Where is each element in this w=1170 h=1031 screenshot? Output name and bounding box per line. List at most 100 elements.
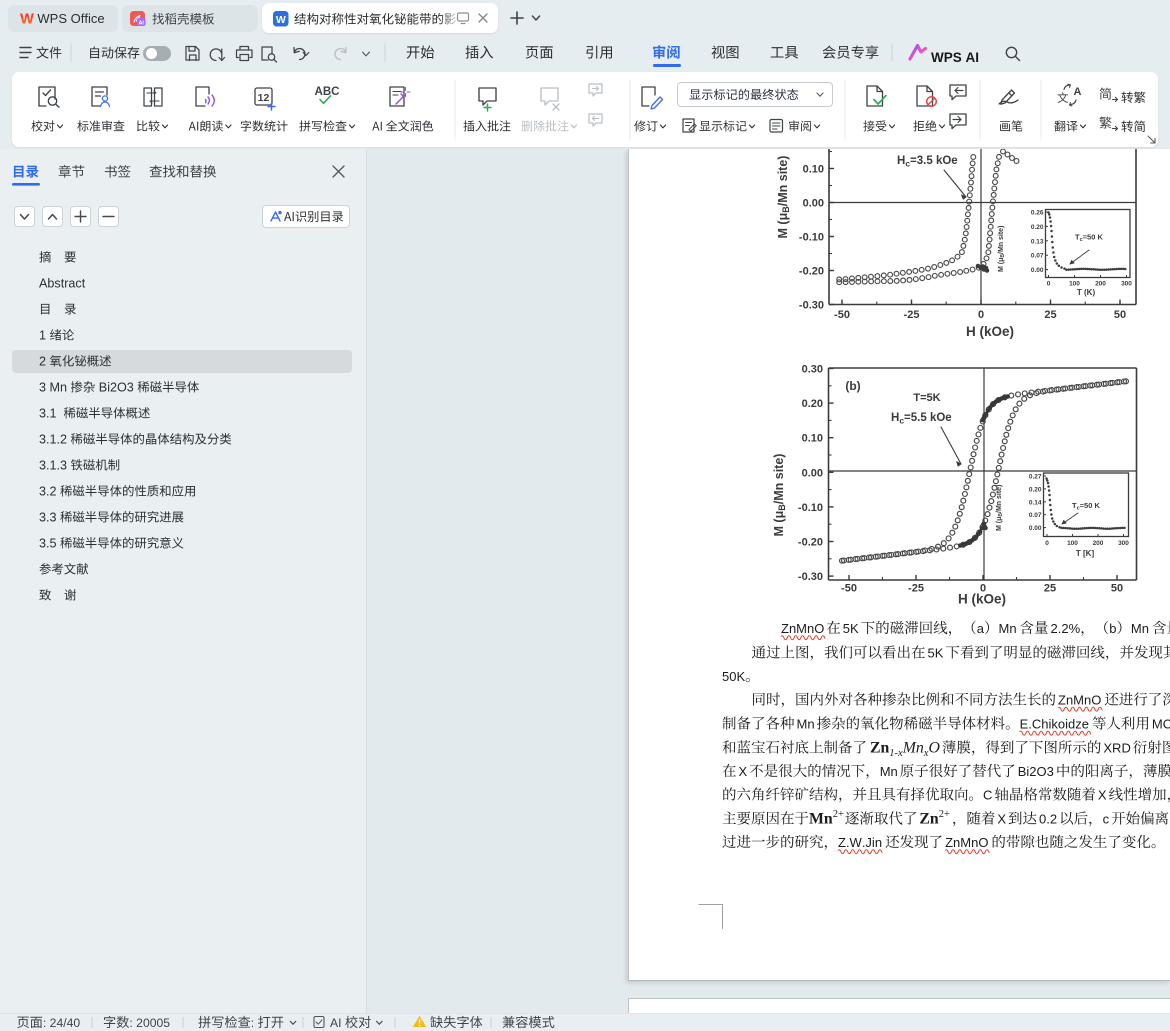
svg-text:X: X: [997, 812, 1006, 827]
svg-text:0: 0: [978, 309, 984, 321]
svg-text:2.2%: 2.2%: [1051, 621, 1081, 636]
svg-text:25: 25: [1044, 583, 1056, 595]
svg-text:2+: 2+: [833, 809, 844, 820]
svg-text:200: 200: [1093, 540, 1104, 547]
svg-text:3.1.3: 3.1.3: [39, 459, 71, 473]
svg-text:Zn: Zn: [870, 740, 890, 757]
svg-text:: 20005: : 20005: [129, 1016, 170, 1030]
svg-text:0: 0: [1045, 540, 1049, 547]
svg-text:Tc=50 K: Tc=50 K: [1075, 233, 1103, 244]
svg-text:T [K]: T [K]: [1076, 549, 1095, 558]
svg-text:3.1.2: 3.1.2: [39, 433, 71, 447]
svg-text:Zn: Zn: [919, 811, 939, 828]
svg-text:ZnMnO: ZnMnO: [781, 621, 824, 636]
svg-text:WPS Office: WPS Office: [37, 11, 104, 26]
svg-text:0.07: 0.07: [1029, 512, 1042, 519]
svg-text:ZnMnO: ZnMnO: [1058, 693, 1101, 708]
svg-text:C: C: [983, 788, 992, 803]
svg-text:0.26: 0.26: [1031, 210, 1044, 217]
svg-text:Mn: Mn: [880, 764, 898, 779]
svg-text:AI: AI: [138, 20, 144, 26]
svg-text:T=5K: T=5K: [913, 392, 940, 404]
svg-text:ABC: ABC: [315, 86, 340, 98]
svg-text:c: c: [1103, 812, 1110, 827]
svg-text:1-x: 1-x: [889, 748, 903, 759]
svg-text:X: X: [739, 764, 748, 779]
svg-text:ZnMnO: ZnMnO: [945, 835, 988, 850]
svg-text:Hc=3.5 kOe: Hc=3.5 kOe: [897, 155, 958, 169]
svg-text:Mn: Mn: [999, 621, 1017, 636]
svg-text:M (μB/Mn site): M (μB/Mn site): [998, 226, 1006, 272]
svg-text:0.10: 0.10: [803, 164, 824, 176]
svg-text:2+: 2+: [939, 809, 950, 820]
svg-text:O: O: [929, 740, 941, 757]
svg-text:a: a: [977, 621, 985, 636]
svg-text:0.00: 0.00: [1029, 525, 1042, 532]
svg-text:Z.W.Jin: Z.W.Jin: [838, 835, 882, 850]
svg-text:0.2: 0.2: [1039, 812, 1057, 827]
svg-text:0.10: 0.10: [802, 433, 823, 445]
svg-text:0.20: 0.20: [802, 398, 823, 410]
svg-text:-50: -50: [841, 583, 857, 595]
svg-text:0.20: 0.20: [1031, 224, 1044, 231]
svg-text:Tc=50 K: Tc=50 K: [1072, 501, 1100, 512]
svg-text:: 24/40: : 24/40: [43, 1016, 80, 1030]
svg-text:H (kOe): H (kOe): [966, 324, 1014, 339]
svg-text:A: A: [1074, 86, 1082, 98]
svg-text:H (kOe): H (kOe): [958, 592, 1006, 607]
svg-text:0.20: 0.20: [1029, 486, 1042, 493]
svg-text:-0.20: -0.20: [798, 537, 823, 549]
svg-text:12: 12: [258, 92, 270, 104]
svg-text:300: 300: [1121, 281, 1132, 288]
svg-text:25: 25: [1044, 309, 1056, 321]
svg-text::: :: [251, 1016, 258, 1030]
svg-text:Abstract: Abstract: [39, 277, 86, 291]
svg-text:50: 50: [1114, 309, 1126, 321]
svg-text:1: 1: [39, 329, 50, 343]
svg-text:200: 200: [1095, 281, 1106, 288]
svg-text:2: 2: [39, 355, 50, 369]
svg-text:Mn: Mn: [1131, 621, 1149, 636]
svg-text:Bi2O3: Bi2O3: [1018, 764, 1054, 779]
svg-text:300: 300: [1118, 540, 1129, 547]
svg-text:50K: 50K: [722, 669, 745, 684]
svg-text:0.00: 0.00: [803, 198, 824, 210]
svg-text:0.07: 0.07: [1031, 253, 1044, 260]
svg-text:W: W: [20, 12, 34, 28]
svg-text:Mn: Mn: [809, 811, 833, 828]
svg-text:50: 50: [1111, 583, 1123, 595]
svg-text:WPS AI: WPS AI: [931, 50, 979, 65]
svg-text:-0.10: -0.10: [798, 502, 823, 514]
svg-text:100: 100: [1069, 281, 1080, 288]
svg-text:5K: 5K: [843, 621, 859, 636]
svg-text:0: 0: [1047, 281, 1051, 288]
svg-text:0.00: 0.00: [1031, 267, 1044, 274]
svg-text:-0.30: -0.30: [798, 571, 823, 583]
svg-text:3.5: 3.5: [39, 537, 60, 551]
svg-text:M (μB/Mn site): M (μB/Mn site): [776, 156, 791, 239]
svg-text:Mn: Mn: [902, 740, 924, 757]
svg-text:5K: 5K: [928, 646, 944, 661]
svg-text:-50: -50: [834, 309, 850, 321]
svg-text:-25: -25: [904, 309, 920, 321]
svg-text:0.13: 0.13: [1031, 238, 1044, 245]
svg-text:AI: AI: [330, 1016, 345, 1030]
svg-text:MOCV: MOCV: [1152, 717, 1170, 732]
svg-text:0.00: 0.00: [802, 467, 823, 479]
svg-text:M (μB/Mn site): M (μB/Mn site): [996, 485, 1004, 531]
svg-text:Mn: Mn: [797, 717, 815, 732]
svg-text:(b): (b): [845, 379, 860, 393]
svg-text:M (μB/Mn site): M (μB/Mn site): [772, 454, 787, 537]
svg-text:3.3: 3.3: [39, 511, 60, 525]
svg-text:3 Mn: 3 Mn: [39, 381, 71, 395]
svg-text:-25: -25: [908, 583, 924, 595]
svg-text:Hc=5.5 kOe: Hc=5.5 kOe: [891, 412, 952, 426]
svg-text:0.30: 0.30: [802, 364, 823, 376]
svg-text:-0.20: -0.20: [799, 266, 824, 278]
svg-text:100: 100: [1067, 540, 1078, 547]
svg-text:b: b: [1109, 621, 1116, 636]
svg-text:0.27: 0.27: [1029, 474, 1042, 481]
svg-text:Bi2O3: Bi2O3: [95, 381, 137, 395]
svg-text:T (K): T (K): [1077, 288, 1096, 297]
svg-text:3.1: 3.1: [39, 407, 64, 421]
